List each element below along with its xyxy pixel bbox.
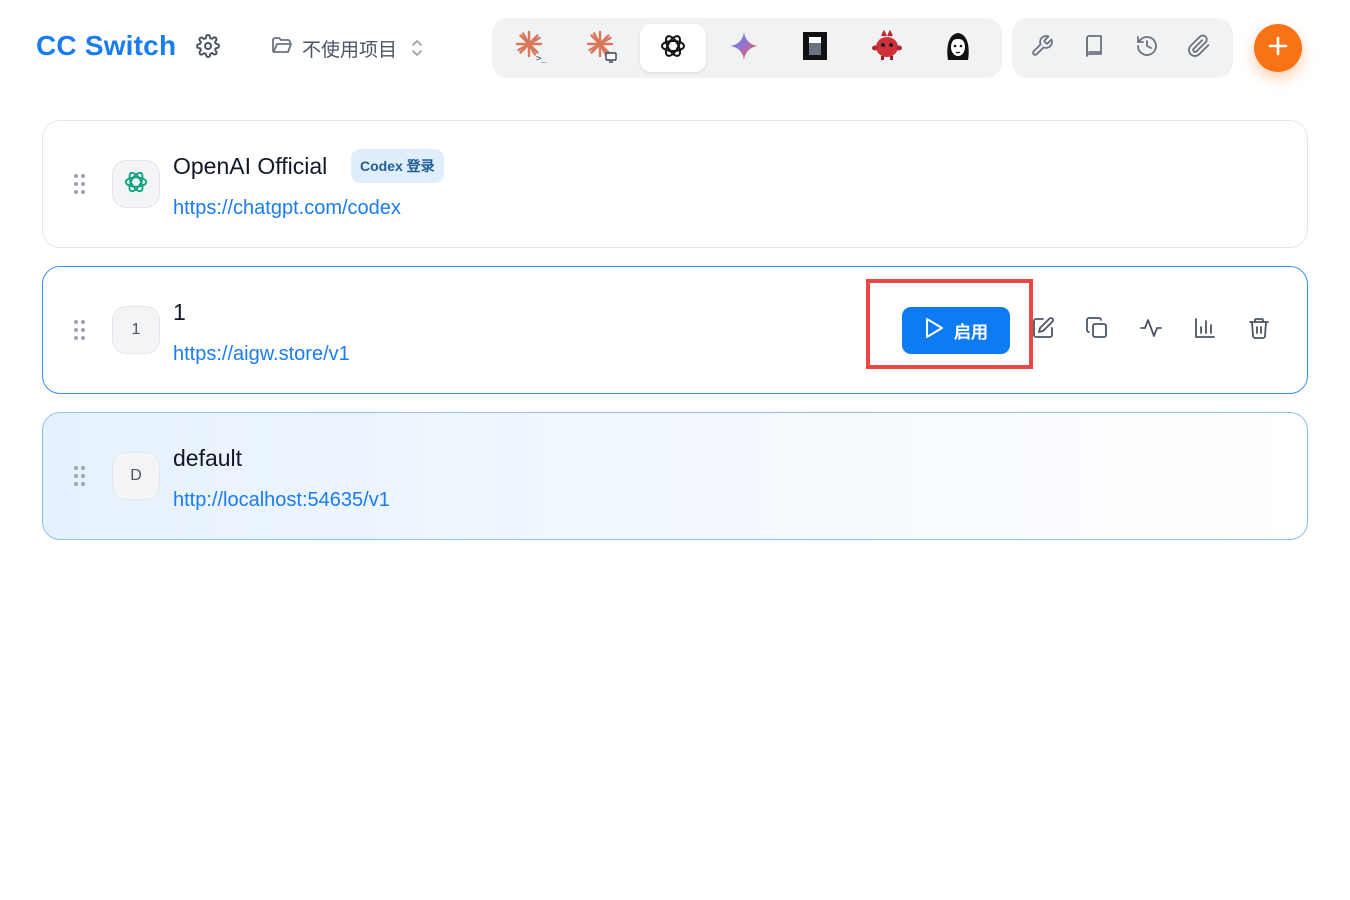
usage-stats-button[interactable] — [1178, 311, 1232, 351]
claude-desktop-icon — [585, 29, 619, 68]
add-provider-button[interactable] — [1254, 24, 1302, 72]
gemini-icon — [729, 31, 759, 66]
provider-name: default — [173, 445, 243, 471]
folder-open-icon — [270, 33, 294, 63]
app-switcher: >_ — [492, 18, 1002, 78]
app-tab-opencode[interactable] — [783, 24, 849, 72]
chevron-up-down-icon — [409, 37, 425, 59]
drag-handle[interactable] — [73, 173, 87, 195]
tool-group — [1012, 18, 1233, 78]
provider-avatar — [112, 160, 160, 208]
project-selector[interactable]: 不使用项目 — [270, 30, 425, 66]
edit-button[interactable] — [1016, 311, 1070, 351]
book-icon — [1082, 34, 1106, 63]
provider-url-link[interactable]: http://localhost:54635/v1 — [173, 489, 390, 512]
duplicate-button[interactable] — [1070, 311, 1124, 351]
delete-button[interactable] — [1232, 311, 1286, 351]
openai-icon — [122, 168, 150, 201]
provider-actions — [1016, 307, 1286, 354]
app-tab-claude-code[interactable]: >_ — [498, 24, 564, 72]
provider-url-link[interactable]: https://aigw.store/v1 — [173, 343, 350, 366]
provider-card-openai-official[interactable]: OpenAI Official Codex 登录 https://chatgpt… — [42, 120, 1308, 248]
app-root: CC Switch 不使用项目 >_ OpenAI Official Codex… — [0, 0, 1350, 900]
copy-icon — [1085, 316, 1109, 345]
docs-button[interactable] — [1070, 26, 1118, 70]
settings-button[interactable] — [193, 33, 223, 63]
provider-card-default[interactable]: D default http://localhost:54635/v1 — [42, 412, 1308, 540]
codex-login-badge: Codex 登录 — [351, 149, 444, 183]
enable-button-label: 启用 — [954, 323, 988, 342]
trash-icon — [1247, 316, 1271, 345]
girl-avatar-icon — [942, 30, 974, 67]
app-tab-claude-desktop[interactable] — [569, 24, 635, 72]
provider-avatar: D — [112, 452, 160, 500]
app-tab-codex[interactable] — [640, 24, 706, 72]
drag-handle[interactable] — [73, 465, 87, 487]
test-connection-button[interactable] — [1124, 311, 1178, 351]
provider-name: 1 — [173, 299, 186, 325]
bar-chart-icon — [1193, 316, 1217, 345]
claude-code-icon: >_ — [514, 29, 548, 68]
history-icon — [1135, 34, 1159, 63]
red-mascot-icon — [871, 29, 903, 67]
project-selector-label: 不使用项目 — [302, 39, 398, 61]
gear-icon — [196, 33, 220, 63]
history-button[interactable] — [1123, 26, 1171, 70]
paperclip-icon — [1187, 34, 1211, 63]
openai-icon — [658, 31, 688, 66]
plus-icon — [1266, 34, 1290, 63]
play-icon — [924, 317, 944, 344]
edit-icon — [1031, 316, 1055, 345]
tools-button[interactable] — [1018, 26, 1066, 70]
brand-title: CC Switch — [36, 30, 177, 61]
app-tab-gemini[interactable] — [711, 24, 777, 72]
provider-name: OpenAI Official — [173, 153, 328, 179]
attachment-button[interactable] — [1175, 26, 1223, 70]
provider-url-link[interactable]: https://chatgpt.com/codex — [173, 197, 401, 220]
svg-text:>_: >_ — [536, 54, 547, 63]
enable-button[interactable]: 启用 — [902, 307, 1010, 354]
opencode-icon — [801, 30, 829, 67]
activity-icon — [1139, 316, 1163, 345]
app-tab-girl-avatar[interactable] — [925, 24, 991, 72]
wrench-icon — [1030, 34, 1054, 63]
drag-handle[interactable] — [73, 319, 87, 341]
provider-avatar: 1 — [112, 306, 160, 354]
app-tab-red-mascot[interactable] — [854, 24, 920, 72]
